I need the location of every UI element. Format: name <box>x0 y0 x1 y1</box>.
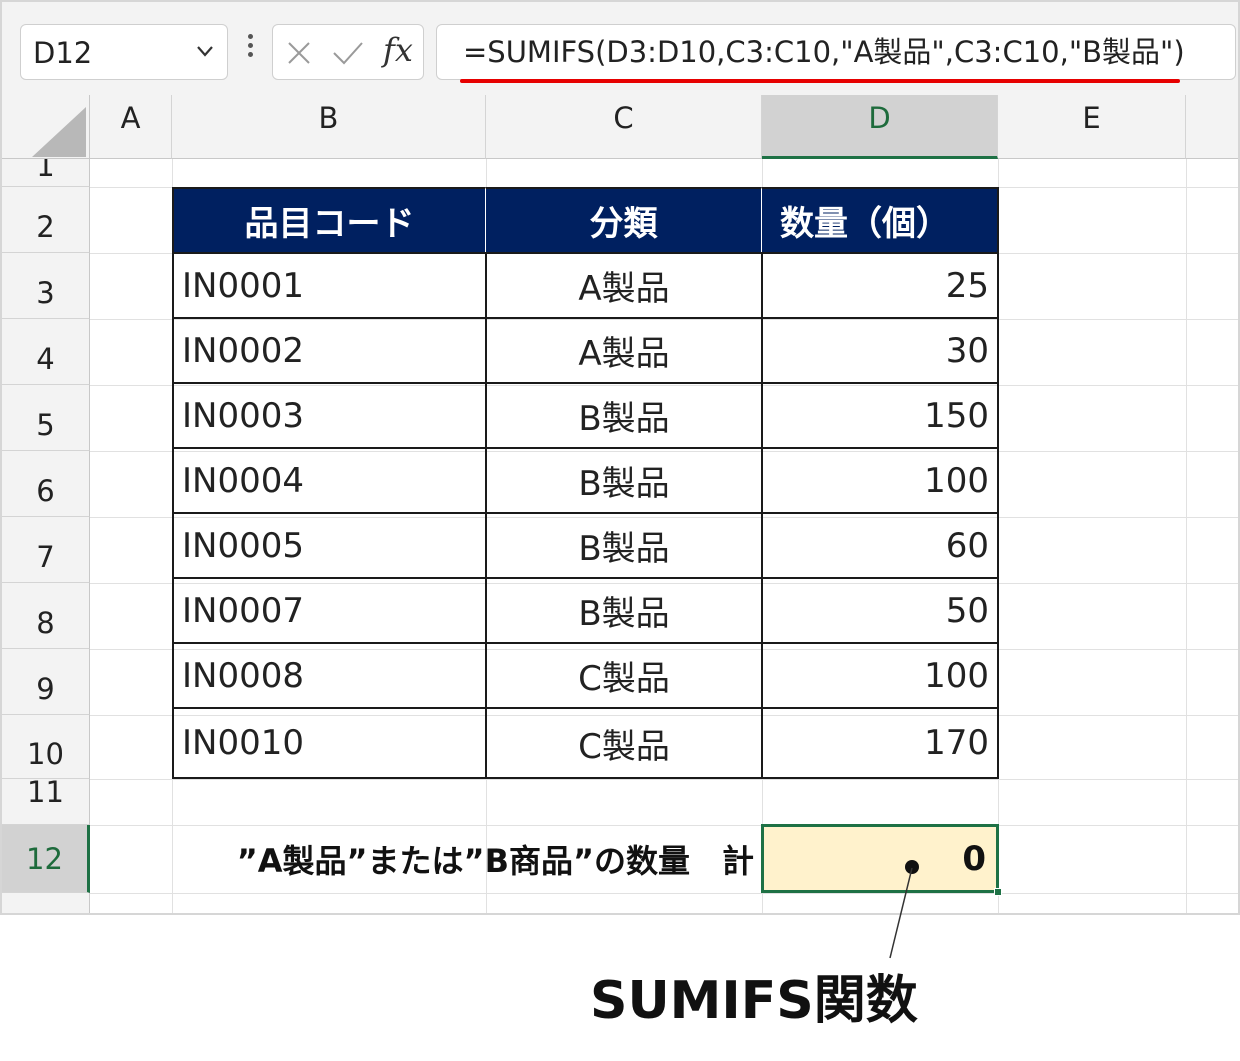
row-header-2[interactable]: 2 <box>2 187 90 253</box>
row-header-12[interactable]: 12 <box>2 825 90 893</box>
table-cell-code[interactable]: IN0010 <box>172 707 487 779</box>
table-cell-code[interactable]: IN0007 <box>172 577 487 644</box>
name-box[interactable]: D12 <box>20 24 228 80</box>
summary-label[interactable]: ”A製品”または”B商品”の数量 計 <box>172 825 762 893</box>
table-cell-qty[interactable]: 100 <box>761 447 999 514</box>
row-header-7[interactable]: 7 <box>2 517 90 583</box>
row-header-1[interactable]: 1 <box>2 159 90 187</box>
enter-check-icon[interactable] <box>331 39 365 67</box>
table-cell-category[interactable]: A製品 <box>485 317 763 384</box>
table-cell-qty[interactable]: 150 <box>761 382 999 449</box>
table-cell-qty[interactable]: 25 <box>761 252 999 319</box>
column-header-e[interactable]: E <box>998 95 1186 159</box>
table-cell-qty[interactable]: 30 <box>761 317 999 384</box>
name-box-value: D12 <box>33 36 93 70</box>
table-cell-qty[interactable]: 170 <box>761 707 999 779</box>
formula-underline <box>460 79 1180 83</box>
row-header-10[interactable]: 10 <box>2 715 90 779</box>
table-cell-code[interactable]: IN0003 <box>172 382 487 449</box>
column-header-f[interactable] <box>1186 95 1238 159</box>
table-cell-qty[interactable]: 60 <box>761 512 999 579</box>
table-header-category[interactable]: 分類 <box>485 187 763 254</box>
table-cell-category[interactable]: B製品 <box>485 577 763 644</box>
column-header-c[interactable]: C <box>486 95 762 159</box>
table-header-code[interactable]: 品目コード <box>172 187 487 254</box>
column-header-a[interactable]: A <box>90 95 172 159</box>
table-header-qty[interactable]: 数量（個） <box>761 187 999 254</box>
row-header-3[interactable]: 3 <box>2 253 90 319</box>
chevron-down-icon[interactable] <box>193 39 217 63</box>
row-header-5[interactable]: 5 <box>2 385 90 451</box>
table-cell-code[interactable]: IN0002 <box>172 317 487 384</box>
insert-function-button[interactable]: fx <box>383 31 413 69</box>
table-cell-qty[interactable]: 50 <box>761 577 999 644</box>
table-cell-code[interactable]: IN0008 <box>172 642 487 709</box>
formula-buttons: fx <box>272 24 424 80</box>
row-header-4[interactable]: 4 <box>2 319 90 385</box>
callout-line <box>889 867 913 959</box>
table-cell-category[interactable]: B製品 <box>485 447 763 514</box>
row-header-6[interactable]: 6 <box>2 451 90 517</box>
formula-input[interactable]: =SUMIFS(D3:D10,C3:C10,"A製品",C3:C10,"B製品"… <box>436 24 1236 80</box>
select-all-corner[interactable] <box>2 95 90 159</box>
table-cell-code[interactable]: IN0004 <box>172 447 487 514</box>
cancel-icon[interactable] <box>285 39 313 67</box>
row-header-11[interactable]: 11 <box>2 778 90 825</box>
column-header-b[interactable]: B <box>172 95 486 159</box>
row-header-9[interactable]: 9 <box>2 649 90 715</box>
gridline <box>1186 159 1187 913</box>
gridline <box>90 779 1238 780</box>
table-cell-category[interactable]: A製品 <box>485 252 763 319</box>
fill-handle[interactable] <box>994 888 1002 896</box>
worksheet-grid[interactable]: A B C D E 1 2 3 4 5 6 7 8 9 10 11 12 品目コ… <box>0 95 1240 915</box>
table-cell-category[interactable]: C製品 <box>485 707 763 779</box>
row-header-13[interactable] <box>2 893 90 913</box>
column-header-d[interactable]: D <box>762 95 998 159</box>
select-all-triangle-icon <box>32 107 86 157</box>
more-options-icon[interactable] <box>240 30 260 70</box>
gridline <box>90 893 1238 894</box>
table-cell-qty[interactable]: 100 <box>761 642 999 709</box>
table-cell-code[interactable]: IN0005 <box>172 512 487 579</box>
table-cell-category[interactable]: B製品 <box>485 512 763 579</box>
row-header-8[interactable]: 8 <box>2 583 90 649</box>
table-cell-category[interactable]: C製品 <box>485 642 763 709</box>
table-cell-category[interactable]: B製品 <box>485 382 763 449</box>
callout-label: SUMIFS関数 <box>590 971 918 1031</box>
table-cell-code[interactable]: IN0001 <box>172 252 487 319</box>
